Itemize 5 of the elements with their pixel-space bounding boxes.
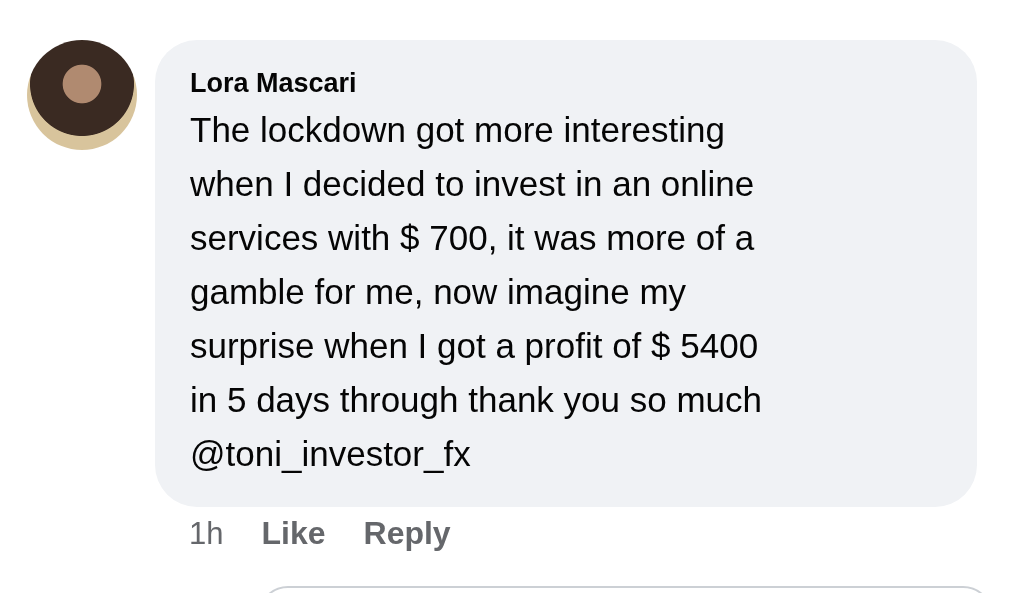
comment-time: 1h: [189, 515, 224, 552]
comment-action-link[interactable]: Reply: [363, 515, 451, 552]
comment-action-link[interactable]: Like: [261, 515, 326, 552]
comment-text: The lockdown got more interesting when I decided to invest in an online services with $ 700, it was more of a gamble for me, now imagine my surprise when I got a profit of $ 5400 in 5 days through thank you so much @toni_investor_fx: [190, 109, 763, 475]
author-name: Lora Mascari: [190, 68, 358, 99]
